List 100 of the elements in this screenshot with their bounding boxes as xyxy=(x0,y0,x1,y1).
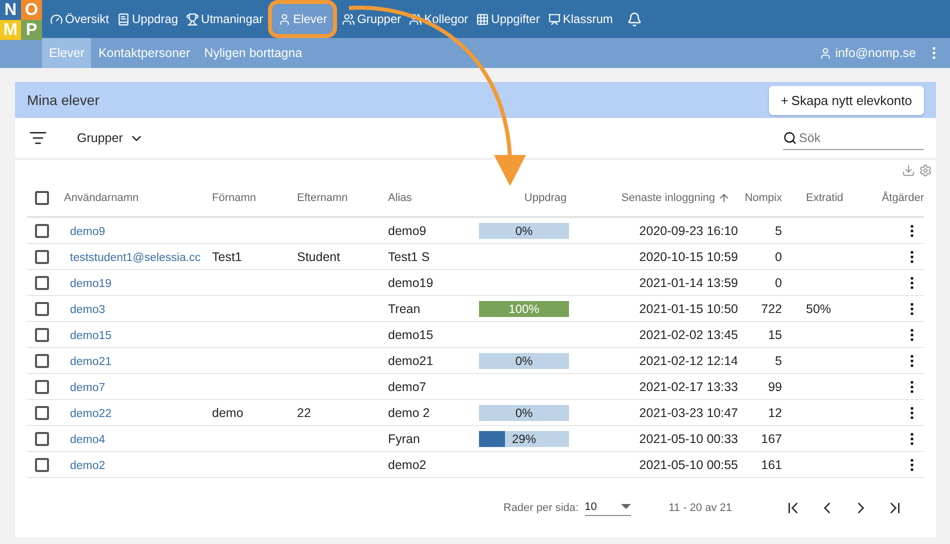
column-header[interactable]: Senaste inloggning xyxy=(612,192,742,204)
table-cell-text: Test1 xyxy=(212,250,243,264)
table-cell-text: 2021-02-02 13:45 xyxy=(638,328,739,342)
table-cell-text: Student xyxy=(297,250,342,264)
user-icon xyxy=(819,46,832,60)
column-header[interactable]: Förnamn xyxy=(212,192,297,204)
nav-tab[interactable]: Grupper xyxy=(338,6,406,32)
username-link[interactable]: demo2 xyxy=(70,460,106,472)
row-checkbox[interactable] xyxy=(35,406,49,420)
page-range: 11 - 20 av 21 xyxy=(668,502,732,514)
row-checkbox[interactable] xyxy=(35,250,49,264)
nav-tab[interactable]: Uppdrag xyxy=(113,6,182,32)
group-icon xyxy=(342,12,356,26)
column-header[interactable]: Nompix xyxy=(742,192,782,204)
table-cell-text: demo9 xyxy=(388,224,428,238)
column-header[interactable]: Uppdrag xyxy=(479,192,612,204)
row-checkbox[interactable] xyxy=(35,354,49,368)
gauge-icon xyxy=(50,12,63,26)
nav-tab[interactable]: Översikt xyxy=(46,6,114,32)
book-icon xyxy=(117,12,130,26)
table-cell-text: 2021-02-12 12:14 xyxy=(638,354,739,368)
row-checkbox[interactable] xyxy=(35,458,49,472)
table-cell-text: 22 xyxy=(297,406,312,420)
table-cell-text: demo7 xyxy=(388,380,428,394)
search-icon xyxy=(783,130,797,144)
username-link[interactable]: demo21 xyxy=(70,356,112,368)
row-checkbox[interactable] xyxy=(35,328,49,342)
table-cell-text: 2021-01-14 13:59 xyxy=(638,276,739,290)
table-cell-text: demo15 xyxy=(388,328,434,342)
table-cell-text: 2021-05-10 00:55 xyxy=(638,458,739,472)
table-cell-text: 161 xyxy=(760,458,782,472)
column-header[interactable]: Användarnamn xyxy=(64,192,212,204)
table-cell-text: 2021-01-15 10:50 xyxy=(638,302,739,316)
grid-icon xyxy=(476,12,490,26)
bell-icon[interactable] xyxy=(626,12,642,26)
table-cell-text: Test1 S xyxy=(388,250,431,264)
group-select[interactable]: Grupper xyxy=(71,130,150,146)
row-checkbox[interactable] xyxy=(35,380,49,394)
table-cell-text: 50% xyxy=(805,302,832,316)
table-cell-text: 99 xyxy=(767,380,782,394)
column-header[interactable]: Efternamn xyxy=(297,192,388,204)
table-cell-text: demo2 xyxy=(388,458,428,472)
filter-icon[interactable] xyxy=(29,129,47,147)
nav-tab[interactable]: Utmaningar xyxy=(182,6,268,32)
nav-tab[interactable]: Kollegor xyxy=(405,6,472,32)
table-cell-text: Fyran xyxy=(388,432,421,446)
rows-per-page-select[interactable]: 10 xyxy=(584,500,631,516)
table-cell-text: 5 xyxy=(774,224,782,238)
trophy-icon xyxy=(186,12,200,26)
table-cell-text: demo xyxy=(212,406,244,420)
create-button[interactable]: + Skapa nytt elevkonto xyxy=(768,86,924,114)
progress-label: 100% xyxy=(508,300,540,316)
column-header[interactable]: Alias xyxy=(388,192,479,204)
table-cell-text: Trean xyxy=(388,302,422,316)
presentation-icon xyxy=(548,12,561,26)
column-header[interactable]: Extratid xyxy=(782,192,850,204)
table-cell-text: demo19 xyxy=(388,276,434,290)
table-cell-text: 2021-05-10 00:33 xyxy=(638,432,739,446)
table-cell-text: 2021-03-23 10:47 xyxy=(638,406,739,420)
username-link[interactable]: demo9 xyxy=(70,226,106,238)
logo: N O M P xyxy=(0,0,42,40)
table-cell-text: 722 xyxy=(760,302,782,316)
progress-label: 0% xyxy=(514,404,534,420)
nav-tab[interactable]: Elever xyxy=(274,6,332,32)
table-cell-text: 0 xyxy=(774,250,782,264)
username-link[interactable]: demo7 xyxy=(70,382,106,394)
table-cell-text: 2020-10-15 10:59 xyxy=(638,250,739,264)
progress-label: 0% xyxy=(514,352,534,368)
nav-tab[interactable]: Uppgifter xyxy=(472,6,544,32)
username-link[interactable]: teststudent1@selessia.cc xyxy=(70,252,201,264)
username-link[interactable]: demo4 xyxy=(70,434,106,446)
table-cell-text: 2020-09-23 16:10 xyxy=(638,224,739,238)
sort-arrow-icon xyxy=(718,192,730,204)
table-cell-text: 15 xyxy=(767,328,782,342)
row-checkbox[interactable] xyxy=(35,302,49,316)
sub-tab[interactable]: Nyligen borttagna xyxy=(197,38,310,68)
column-header[interactable]: Åtgärder xyxy=(850,192,924,204)
table-cell-text: demo 2 xyxy=(388,406,431,420)
username-link[interactable]: demo3 xyxy=(70,304,106,316)
account-link[interactable]: info@nomp.se xyxy=(819,46,916,60)
select-all-checkbox[interactable] xyxy=(35,191,49,205)
username-link[interactable]: demo19 xyxy=(70,278,112,290)
sub-tab[interactable]: Kontaktpersoner xyxy=(91,38,198,68)
progress-label: 0% xyxy=(514,222,534,238)
username-link[interactable]: demo15 xyxy=(70,330,112,342)
table-cell-text: demo21 xyxy=(388,354,434,368)
rows-per-page-label: Rader per sida: xyxy=(503,502,579,514)
row-checkbox[interactable] xyxy=(35,432,49,446)
row-checkbox[interactable] xyxy=(35,276,49,290)
table-cell-text: 2021-02-17 13:33 xyxy=(638,380,739,394)
table-cell-text: 167 xyxy=(760,432,782,446)
username-link[interactable]: demo22 xyxy=(70,408,112,420)
user-icon xyxy=(278,12,292,26)
nav-tab[interactable]: Klassrum xyxy=(544,6,617,32)
caret-icon xyxy=(620,504,631,510)
search-field[interactable]: Sök xyxy=(799,128,909,146)
users-icon xyxy=(409,12,422,26)
table-cell-text: 0 xyxy=(774,276,782,290)
table-cell-text: 5 xyxy=(774,354,782,368)
row-checkbox[interactable] xyxy=(35,224,49,238)
